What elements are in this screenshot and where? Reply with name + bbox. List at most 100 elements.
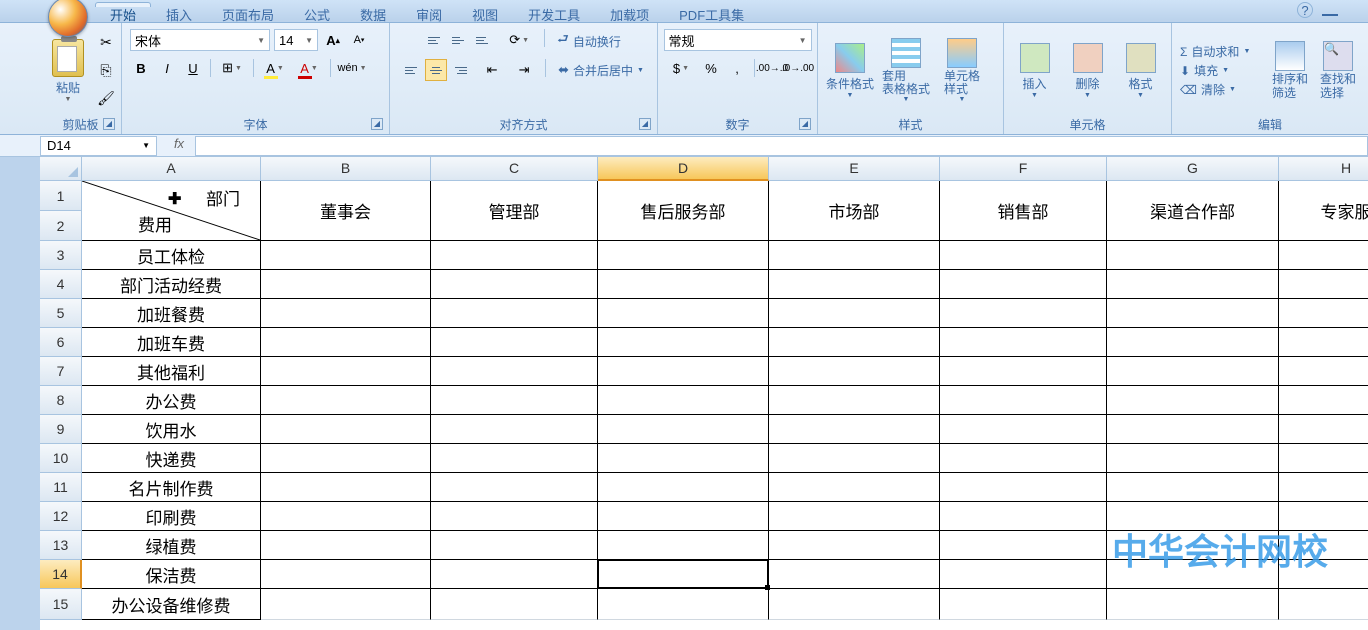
cell[interactable]: 饮用水 [82,415,261,444]
conditional-format-button[interactable]: 条件格式▼ [822,41,878,101]
align-right-button[interactable] [449,59,471,81]
tab-开始[interactable]: 开始 [95,2,151,7]
cell[interactable]: 其他福利 [82,357,261,386]
bold-button[interactable]: B [130,57,152,79]
row-header-1[interactable]: 1 [40,181,82,211]
phonetic-button[interactable]: wén▼ [337,57,367,79]
cell[interactable] [940,241,1107,270]
cell[interactable] [940,386,1107,415]
merge-center-button[interactable]: ⬌合并后居中▼ [556,59,646,81]
row-header-14[interactable]: 14 [40,560,82,589]
cell[interactable]: 部门活动经费 [82,270,261,299]
cell[interactable]: 快递费 [82,444,261,473]
row-header-3[interactable]: 3 [40,241,82,270]
cell[interactable] [261,241,431,270]
clear-button[interactable]: ⌫清除▼ [1178,80,1264,99]
cell[interactable]: 办公设备维修费 [82,589,261,620]
cell[interactable] [431,241,598,270]
cell[interactable] [261,502,431,531]
minimize-ribbon-icon[interactable] [1322,4,1338,16]
cell[interactable] [1107,357,1279,386]
cell[interactable] [598,444,769,473]
cell[interactable] [1279,473,1368,502]
fill-button[interactable]: ⬇填充▼ [1178,61,1264,80]
cell[interactable] [1107,241,1279,270]
cell[interactable] [1279,299,1368,328]
cell[interactable]: 名片制作费 [82,473,261,502]
cell[interactable] [769,270,940,299]
accounting-format-button[interactable]: $▼ [666,57,696,79]
border-button[interactable]: ⊞▼ [217,57,247,79]
cell[interactable] [940,328,1107,357]
find-select-button[interactable]: 🔍查找和 选择 [1314,39,1362,101]
increase-decimal-button[interactable]: .00→.0 [761,57,783,79]
tab-页面布局[interactable]: 页面布局 [207,2,289,7]
cell[interactable] [769,299,940,328]
cell[interactable] [1279,270,1368,299]
cell[interactable] [769,502,940,531]
cell[interactable] [940,299,1107,328]
cut-button[interactable]: ✂ [96,33,116,53]
cell[interactable] [431,328,598,357]
cell[interactable] [940,589,1107,620]
row-header-4[interactable]: 4 [40,270,82,299]
cell[interactable] [1279,386,1368,415]
cell[interactable] [940,502,1107,531]
cell[interactable] [598,589,769,620]
row-header-6[interactable]: 6 [40,328,82,357]
cell[interactable] [598,241,769,270]
cell[interactable] [431,502,598,531]
cell[interactable] [598,415,769,444]
cell[interactable]: 专家服 [1279,181,1368,241]
cell[interactable] [940,560,1107,589]
cell[interactable] [940,270,1107,299]
cell[interactable] [261,415,431,444]
delete-cells-button[interactable]: 删除▼ [1061,41,1114,101]
increase-indent-button[interactable]: ⇥ [513,59,535,81]
cell[interactable] [1107,502,1279,531]
number-format-combo[interactable]: 常规▼ [664,29,812,51]
cell[interactable] [431,415,598,444]
cell[interactable] [261,328,431,357]
cell[interactable]: 办公费 [82,386,261,415]
cell[interactable] [1279,415,1368,444]
row-header-15[interactable]: 15 [40,589,82,620]
tab-加载项[interactable]: 加载项 [595,2,664,7]
cell[interactable]: 售后服务部 [598,181,769,241]
cell[interactable]: 渠道合作部 [1107,181,1279,241]
col-header-F[interactable]: F [940,157,1107,181]
italic-button[interactable]: I [156,57,178,79]
cell[interactable]: 管理部 [431,181,598,241]
align-launcher[interactable]: ◢ [639,118,651,130]
tab-审阅[interactable]: 审阅 [401,2,457,7]
cell[interactable] [1107,270,1279,299]
cell[interactable] [940,444,1107,473]
cell[interactable] [261,386,431,415]
align-bottom-button[interactable] [472,29,494,51]
number-launcher[interactable]: ◢ [799,118,811,130]
align-left-button[interactable] [401,59,423,81]
align-middle-button[interactable] [448,29,470,51]
cell[interactable] [431,386,598,415]
cell[interactable] [1279,444,1368,473]
font-launcher[interactable]: ◢ [371,118,383,130]
paste-button[interactable]: 粘贴 ▼ [44,39,92,103]
select-all-corner[interactable] [40,157,82,181]
comma-button[interactable]: , [726,57,748,79]
cell[interactable] [261,444,431,473]
cell[interactable] [261,473,431,502]
cell[interactable] [1107,473,1279,502]
row-header-7[interactable]: 7 [40,357,82,386]
cell[interactable] [1279,502,1368,531]
decrease-font-button[interactable]: A▾ [348,29,370,51]
cell[interactable] [940,531,1107,560]
font-name-combo[interactable]: 宋体▼ [130,29,270,51]
cell[interactable]: 保洁费 [82,560,261,589]
cell[interactable] [1107,589,1279,620]
cell[interactable] [431,444,598,473]
col-header-H[interactable]: H [1279,157,1368,181]
row-header-13[interactable]: 13 [40,531,82,560]
row-header-11[interactable]: 11 [40,473,82,502]
cell[interactable] [598,560,769,589]
cell[interactable] [431,299,598,328]
